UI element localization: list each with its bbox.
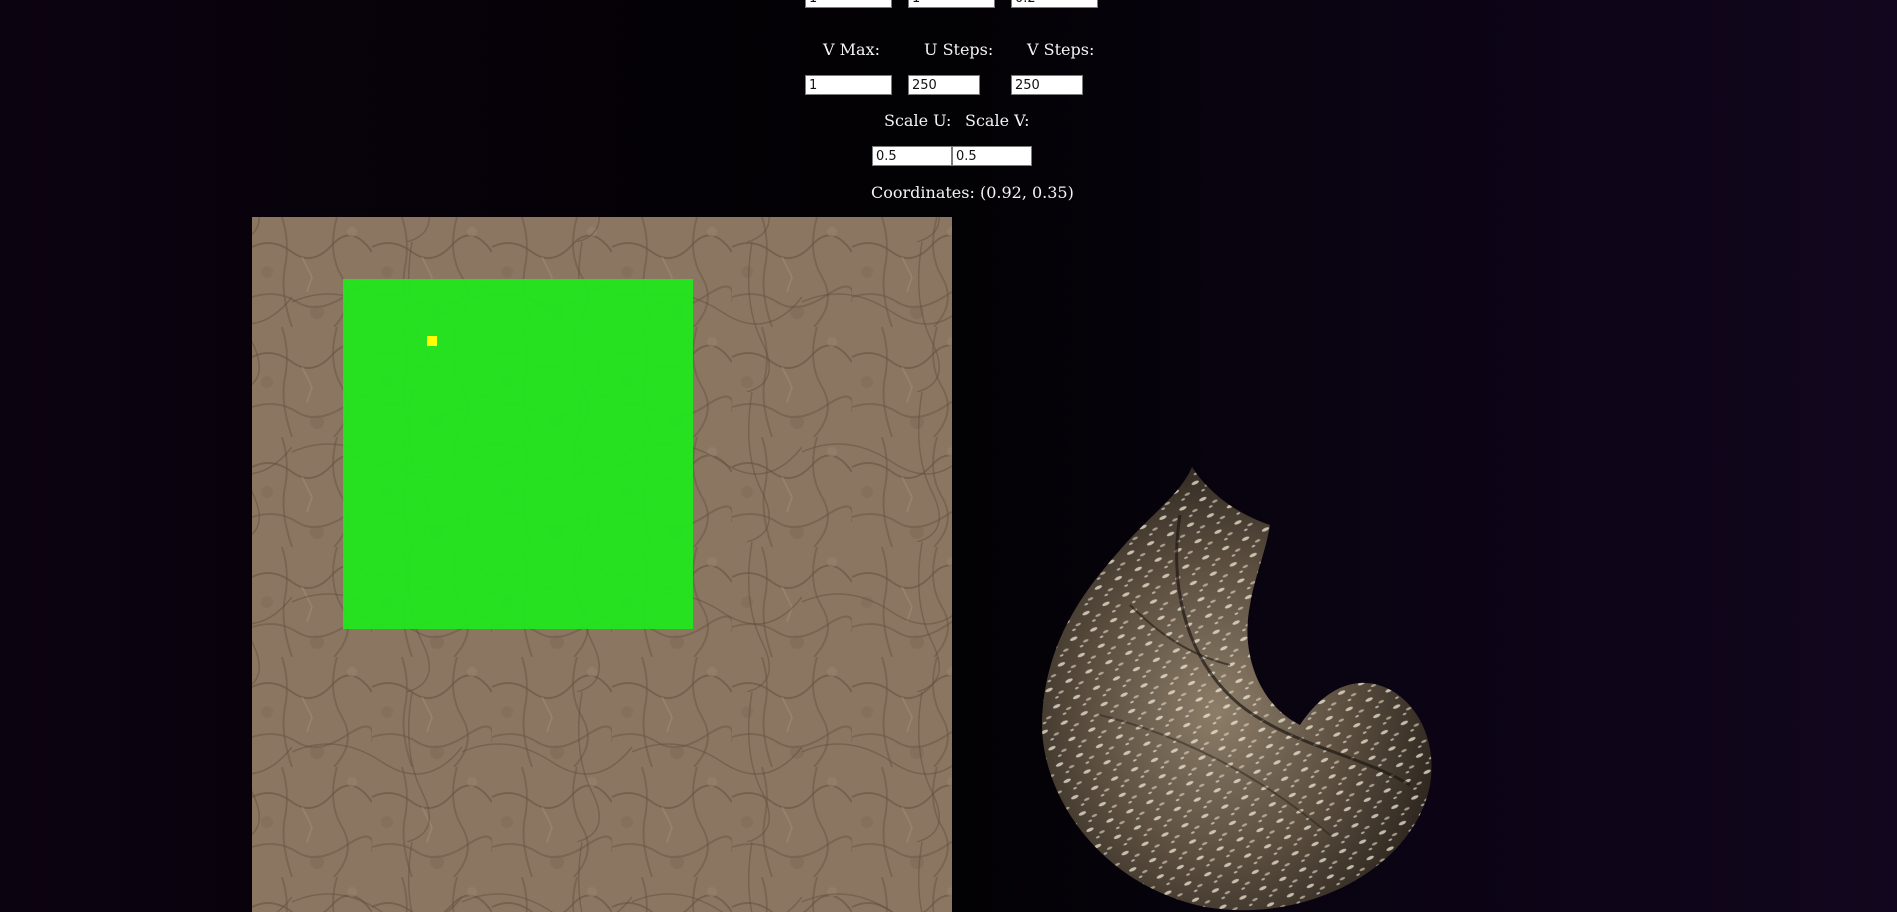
scale-u-label: Scale U: [884,111,952,130]
scale-v-label: Scale V: [965,111,1030,130]
surface-svg [1041,467,1432,911]
top-field-3[interactable] [1011,0,1098,8]
v-steps-label: V Steps: [1027,40,1095,59]
texture-svg [252,217,952,912]
top-field-2[interactable] [908,0,995,8]
v-max-input[interactable] [805,75,892,95]
surface-3d-view[interactable] [1030,455,1490,912]
u-steps-input[interactable] [908,75,980,95]
scale-u-input[interactable] [872,146,952,166]
v-steps-input[interactable] [1011,75,1083,95]
coordinates-readout: Coordinates: (0.92, 0.35) [871,183,1074,202]
texture-uv-canvas[interactable] [252,217,952,912]
scale-v-input[interactable] [952,146,1032,166]
top-field-1[interactable] [805,0,892,8]
uv-selection-rect [343,279,693,629]
uv-marker [427,336,437,346]
u-steps-label: U Steps: [924,40,994,59]
surface-speckle [1041,467,1432,911]
v-max-label: V Max: [823,40,880,59]
